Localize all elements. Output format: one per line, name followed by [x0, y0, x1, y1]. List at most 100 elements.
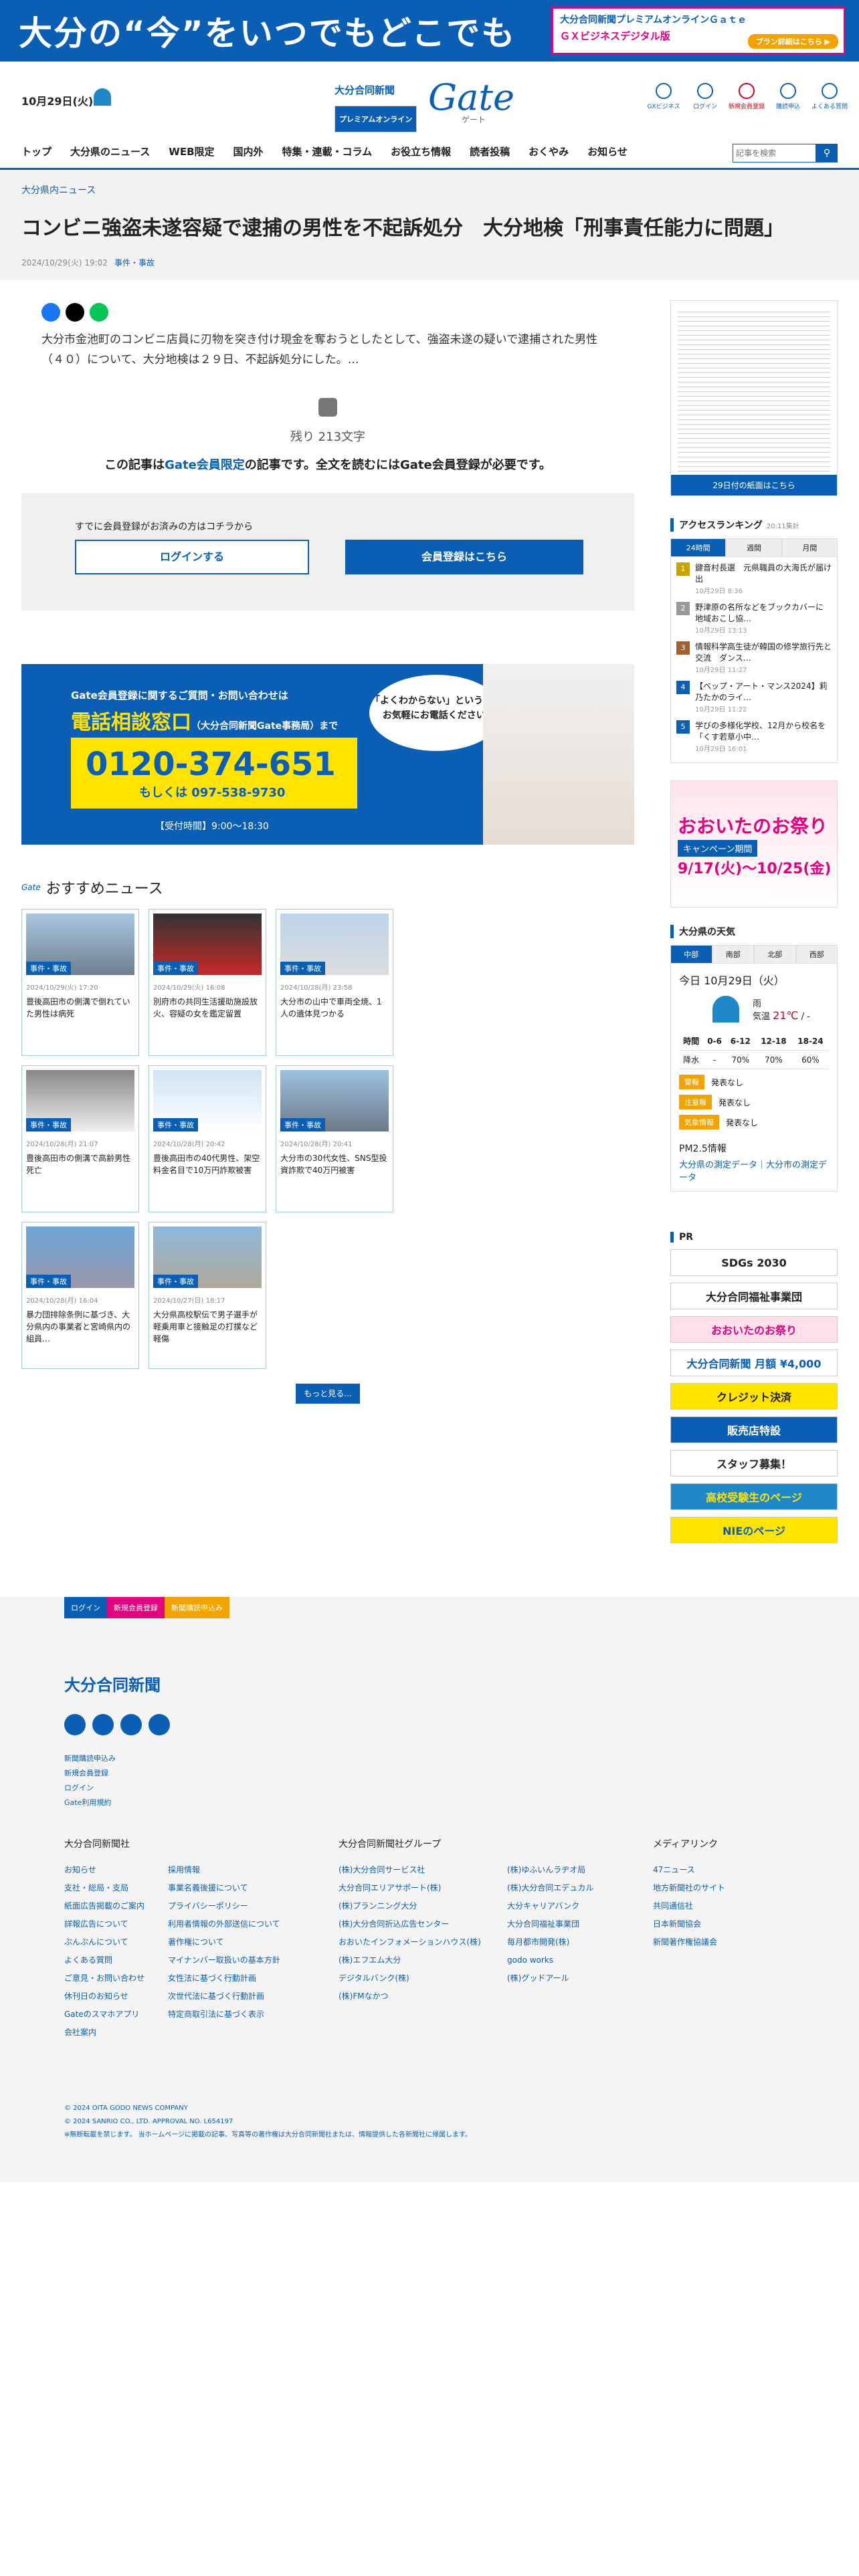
footer-item[interactable]: 大分キャリアバンク — [507, 1897, 593, 1915]
pr-banner[interactable]: クレジット決済 — [670, 1383, 838, 1410]
site-logo[interactable]: 大分合同新聞 プレミアムオンライン Gate ゲート — [335, 76, 529, 132]
footer-item[interactable]: Gateのスマホアプリ — [64, 2006, 168, 2024]
tab-central[interactable]: 中部 — [670, 945, 712, 964]
pr-banner[interactable]: NIEのページ — [670, 1517, 838, 1543]
pr-banner[interactable]: SDGs 2030 — [670, 1249, 838, 1276]
reco-card[interactable]: 事件・事故 2024/10/28(月) 21:07 豊後高田市の側溝で高齢男性死亡 — [21, 1065, 139, 1212]
footer-item[interactable]: 事業名義後援について — [168, 1879, 280, 1897]
nav-useful[interactable]: お役立ち情報 — [391, 144, 451, 158]
footer-item[interactable]: (株)大分合同エデュカル — [507, 1879, 593, 1897]
footer-item[interactable]: プライバシーポリシー — [168, 1897, 280, 1915]
login-link[interactable]: ログイン — [690, 83, 720, 110]
more-button[interactable]: もっと見る... — [296, 1384, 360, 1404]
nav-obituary[interactable]: おくやみ — [529, 144, 569, 158]
instagram-icon[interactable] — [149, 1714, 170, 1735]
reco-card[interactable]: 事件・事故 2024/10/29(火) 16:08 別府市の共同生活援助施設放火、容… — [149, 909, 266, 1056]
footer-item[interactable]: おおいたインフォメーションハウス(株) — [339, 1933, 507, 1951]
footer-item[interactable]: ぷんぷんについて — [64, 1933, 168, 1951]
footer-item[interactable]: 地方新聞社のサイト — [653, 1879, 725, 1897]
footer-item[interactable]: 採用情報 — [168, 1861, 280, 1879]
footer-item[interactable]: 特定商取引法に基づく表示 — [168, 2006, 280, 2024]
gx-business-link[interactable]: GXビジネス — [647, 83, 680, 110]
footer-item[interactable]: 大分合同福祉事業団 — [507, 1915, 593, 1933]
reco-card[interactable]: 事件・事故 2024/10/28(月) 16:04 暴力団排除条例に基づき、大分県内… — [21, 1222, 139, 1369]
footer-link[interactable]: 新聞購読申込み — [64, 1751, 859, 1766]
article-tag[interactable]: 事件・事故 — [114, 258, 155, 267]
footer-item[interactable]: (株)大分合同折込広告センター — [339, 1915, 507, 1933]
pr-banner[interactable]: スタッフ募集！ — [670, 1450, 838, 1477]
footer-item[interactable]: (株)エフエム大分 — [339, 1951, 507, 1969]
tab-north[interactable]: 北部 — [754, 945, 796, 964]
footer-item[interactable]: 次世代法に基づく行動計画 — [168, 1988, 280, 2006]
tab-month[interactable]: 月間 — [781, 538, 838, 557]
footer-item[interactable]: 会社案内 — [64, 2024, 168, 2042]
footer-item[interactable]: 女性法に基づく行動計画 — [168, 1969, 280, 1988]
nav-reader[interactable]: 読者投稿 — [470, 144, 510, 158]
footer-item[interactable]: ご意見・お問い合わせ — [64, 1969, 168, 1988]
nav-oita-news[interactable]: 大分県のニュース — [70, 144, 150, 158]
footer-item[interactable]: 毎月都市開発(株) — [507, 1933, 593, 1951]
footer-item[interactable]: 47ニュース — [653, 1861, 725, 1879]
footer-item[interactable]: デジタルバンク(株) — [339, 1969, 507, 1988]
ranking-item[interactable]: 4 【ベップ・アート・マンス2024】莉乃たかのライ… 10月29日 11:22 — [676, 681, 832, 714]
register-link[interactable]: 新規会員登録 — [729, 83, 765, 110]
facebook-icon[interactable] — [64, 1714, 86, 1735]
search-input[interactable] — [733, 144, 816, 163]
ranking-item[interactable]: 5 学びの多様化学校、12月から校名を「くす若草小中… 10月29日 16:01 — [676, 720, 832, 753]
nav-domestic[interactable]: 国内外 — [233, 144, 264, 158]
register-button[interactable]: 会員登録はこちら — [345, 540, 583, 574]
footer-item[interactable]: (株)ゆふいんラヂオ局 — [507, 1861, 593, 1879]
footer-logo[interactable]: 大分合同新聞 — [64, 1672, 859, 1695]
tab-24h[interactable]: 24時間 — [670, 538, 727, 557]
footer-item[interactable]: (株)グッドアール — [507, 1969, 593, 1988]
banner-promo[interactable]: 大分合同新聞プレミアムオンラインＧａｔｅ ＧＸビジネスデジタル版 プラン詳細はこ… — [551, 7, 846, 55]
phone-consult-ad[interactable]: Gate会員登録に関するご質問・お問い合わせは 電話相談窓口（大分合同新聞Gat… — [21, 664, 634, 845]
pr-banner[interactable]: おおいたのお祭り — [670, 1316, 838, 1343]
footer-item[interactable]: (株)プランニング大分 — [339, 1897, 507, 1915]
festival-ad[interactable]: おおいたのお祭り キャンペーン期間 9/17(火)～10/25(金) — [670, 780, 838, 907]
footer-item[interactable]: (株)大分合同サービス社 — [339, 1861, 507, 1879]
search-icon[interactable]: ⚲ — [816, 144, 838, 163]
tab-south[interactable]: 南部 — [712, 945, 754, 964]
footer-item[interactable]: 新聞著作権協議会 — [653, 1933, 725, 1951]
top-banner[interactable]: 大分の“今”をいつでもどこでも 大分合同新聞プレミアムオンラインＧａｔｅ ＧＸビ… — [0, 0, 859, 62]
footer-link[interactable]: Gate利用規約 — [64, 1796, 859, 1810]
footer-item[interactable]: 利用者情報の外部送信について — [168, 1915, 280, 1933]
today-paper[interactable]: 29日付の紙面はこちら — [670, 300, 838, 496]
paper-link[interactable]: 29日付の紙面はこちら — [671, 475, 837, 496]
footer-link[interactable]: 新規会員登録 — [64, 1766, 859, 1781]
footer-item[interactable]: 支社・総局・支局 — [64, 1879, 168, 1897]
reco-card[interactable]: 事件・事故 2024/10/28(月) 20:42 豊後高田市の40代男性、架空料金… — [149, 1065, 266, 1212]
footer-item[interactable]: 共同通信社 — [653, 1897, 725, 1915]
nav-top[interactable]: トップ — [21, 144, 52, 158]
footer-item[interactable]: お知らせ — [64, 1861, 168, 1879]
login-button[interactable]: ログインする — [75, 540, 309, 574]
reco-card[interactable]: 事件・事故 2024/10/28(月) 23:58 大分市の山中で車両全焼、1人の遺… — [276, 909, 393, 1056]
footer-item[interactable]: よくある質問 — [64, 1951, 168, 1969]
nav-notice[interactable]: お知らせ — [587, 144, 628, 158]
pm25-link[interactable]: 大分県の測定データ｜大分市の測定データ — [679, 1158, 829, 1183]
footer-link[interactable]: ログイン — [64, 1781, 859, 1796]
footer-item[interactable]: 休刊日のお知らせ — [64, 1988, 168, 2006]
footer-item[interactable]: 著作権について — [168, 1933, 280, 1951]
tab-west[interactable]: 西部 — [795, 945, 838, 964]
tab-week[interactable]: 週間 — [726, 538, 782, 557]
footer-item[interactable]: 日本新聞協会 — [653, 1915, 725, 1933]
footer-item[interactable]: godo works — [507, 1951, 593, 1969]
footer-item[interactable]: 大分合同エリアサポート(株) — [339, 1879, 507, 1897]
pr-banner[interactable]: 大分合同新聞 月額 ¥4,000 — [670, 1350, 838, 1376]
footer-register[interactable]: 新規会員登録 — [107, 1597, 165, 1618]
ranking-item[interactable]: 1 鍵音村長選 元県職員の大海氏が届け出 10月29日 8:36 — [676, 562, 832, 595]
subscribe-link[interactable]: 購読申込 — [773, 83, 803, 110]
footer-subscribe[interactable]: 新聞購読申込み — [165, 1597, 229, 1618]
ranking-item[interactable]: 3 情報科学高生徒が韓国の修学旅行先と交流 ダンス… 10月29日 11:27 — [676, 641, 832, 674]
nav-web[interactable]: WEB限定 — [169, 144, 214, 158]
x-icon[interactable] — [92, 1714, 114, 1735]
footer-item[interactable]: 紙面広告掲載のご案内 — [64, 1897, 168, 1915]
footer-item[interactable]: (株)FMなかつ — [339, 1988, 507, 2006]
facebook-icon[interactable] — [41, 303, 60, 322]
ranking-item[interactable]: 2 野津原の名所などをブックカバーに 地域おこし協… 10月29日 13:13 — [676, 602, 832, 635]
promo-button[interactable]: プラン詳細はこちら ▶ — [747, 34, 838, 49]
footer-login[interactable]: ログイン — [64, 1597, 107, 1618]
nav-feature[interactable]: 特集・連載・コラム — [282, 144, 373, 158]
